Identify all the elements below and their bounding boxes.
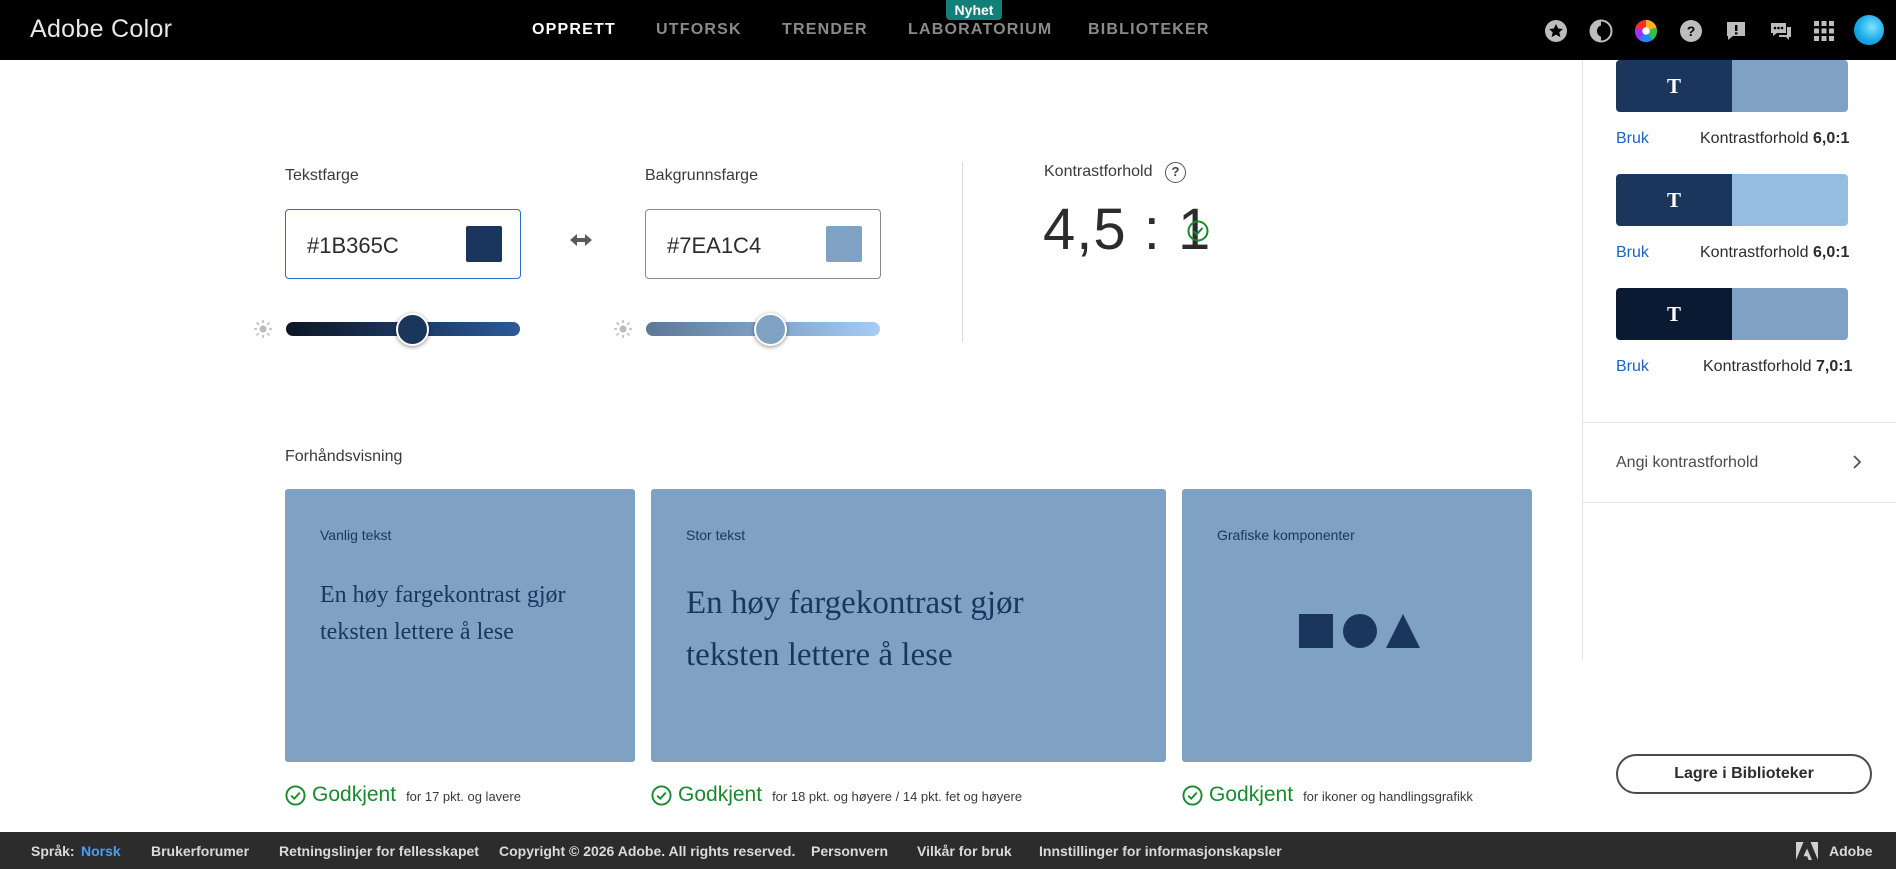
check-circle-icon [285, 784, 306, 806]
language-label: Språk: [31, 843, 75, 859]
pass-normal-text: Godkjent for 17 pkt. og lavere [285, 783, 521, 807]
background-color-swatch[interactable] [826, 226, 862, 262]
check-circle-icon [651, 784, 672, 806]
pass-large-text: Godkjent for 18 pkt. og høyere / 14 pkt.… [651, 783, 1022, 807]
contrast-ratio-label: Kontrastforhold [1044, 163, 1153, 180]
footer: Språk: Norsk Brukerforumer Retningslinje… [0, 832, 1896, 869]
adobe-logo-icon [1796, 842, 1818, 865]
suggestion-1-ratio: Kontrastforhold 6,0:1 [1700, 130, 1850, 147]
preview-card-graphics: Grafiske komponenter [1182, 489, 1532, 762]
triangle-shape [1386, 614, 1420, 648]
pass-status: Godkjent [312, 783, 397, 806]
background-color-hex[interactable]: #7EA1C4 [667, 233, 761, 259]
preview-title: Forhåndsvisning [285, 448, 403, 465]
text-color-hex[interactable]: #1B365C [307, 233, 399, 259]
use-suggestion-1-link[interactable]: Bruk [1616, 130, 1649, 148]
text-color-label: Tekstfarge [285, 167, 359, 184]
card-title: Grafiske komponenter [1217, 527, 1355, 543]
color-wheel-icon[interactable] [1634, 19, 1658, 43]
chat-icon[interactable] [1769, 19, 1793, 43]
sample-glyph: T [1616, 174, 1732, 226]
set-contrast-ratio-link[interactable]: Angi kontrastforhold [1616, 454, 1758, 472]
contrast-ratio-value: 4,5 : 1 [1043, 197, 1212, 262]
avatar[interactable] [1854, 15, 1884, 45]
pass-status: Godkjent [678, 783, 763, 806]
new-badge: Nyhet [946, 0, 1002, 20]
star-icon[interactable] [1544, 19, 1568, 43]
help-icon[interactable]: ? [1679, 19, 1703, 43]
footer-link-forums[interactable]: Brukerforumer [151, 843, 249, 859]
footer-link-cookies[interactable]: Innstillinger for informasjonskapsler [1039, 843, 1282, 859]
check-circle-icon [1182, 784, 1203, 806]
sample-text: En høy fargekontrast gjør teksten letter… [320, 582, 566, 645]
nav-libraries[interactable]: BIBLIOTEKER [1088, 21, 1210, 39]
divider [962, 162, 963, 342]
suggestion-3-ratio: Kontrastforhold 7,0:1 [1703, 358, 1853, 375]
svg-text:?: ? [1687, 23, 1696, 39]
background-color-input[interactable]: #7EA1C4 [645, 209, 881, 279]
text-color-input[interactable]: #1B365C [285, 209, 521, 279]
card-title: Stor tekst [686, 527, 746, 543]
footer-link-terms[interactable]: Vilkår for bruk [917, 843, 1012, 859]
background-color-label: Bakgrunnsfarge [645, 167, 758, 184]
pass-description: for 18 pkt. og høyere / 14 pkt. fet og h… [772, 789, 1023, 804]
nav-trends[interactable]: TRENDER [782, 21, 868, 39]
nav-explore[interactable]: UTFORSK [656, 21, 742, 39]
feedback-icon[interactable] [1724, 19, 1748, 43]
footer-link-privacy[interactable]: Personvern [811, 843, 888, 859]
adobe-wordmark: Adobe [1829, 843, 1873, 859]
save-to-libraries-button[interactable]: Lagre i Biblioteker [1616, 754, 1872, 794]
use-suggestion-3-link[interactable]: Bruk [1616, 358, 1649, 376]
brightness-icon [613, 319, 633, 344]
pass-description: for 17 pkt. og lavere [406, 789, 521, 804]
suggestion-swatch-3[interactable]: T [1616, 288, 1848, 340]
check-circle-icon [1187, 220, 1209, 247]
app-logo[interactable]: Adobe Color [30, 15, 172, 44]
footer-link-guidelines[interactable]: Retningslinjer for fellesskapet [279, 843, 479, 859]
text-brightness-handle[interactable] [395, 313, 429, 346]
brightness-icon [253, 319, 273, 344]
pass-status: Godkjent [1209, 783, 1294, 806]
language-selector[interactable]: Norsk [81, 843, 121, 859]
suggestion-swatch-2[interactable]: T [1616, 174, 1848, 226]
pass-description: for ikoner og handlingsgrafikk [1303, 789, 1473, 804]
card-title: Vanlig tekst [320, 527, 392, 543]
divider [1583, 422, 1896, 423]
suggestion-swatch-1[interactable]: T [1616, 60, 1848, 112]
pass-graphics: Godkjent for ikoner og handlingsgrafikk [1182, 783, 1473, 807]
text-color-swatch[interactable] [466, 226, 502, 262]
preview-card-large-text: Stor tekst En høy fargekontrast gjør tek… [651, 489, 1166, 762]
square-shape [1299, 614, 1333, 648]
nav-create[interactable]: OPPRETT [532, 21, 616, 39]
chevron-right-icon[interactable] [1851, 452, 1863, 477]
top-navigation-bar: Adobe Color OPPRETT UTFORSK TRENDER Nyhe… [0, 0, 1896, 60]
divider [1583, 502, 1896, 503]
preview-card-normal-text: Vanlig tekst En høy fargekontrast gjør t… [285, 489, 635, 762]
sample-text: En høy fargekontrast gjør teksten letter… [686, 585, 1024, 673]
nav-lab[interactable]: LABORATORIUM [908, 21, 1052, 39]
sample-glyph: T [1616, 288, 1732, 340]
graphic-shapes [1299, 613, 1421, 654]
swap-colors-icon[interactable] [569, 228, 593, 257]
suggestion-2-ratio: Kontrastforhold 6,0:1 [1700, 244, 1850, 261]
copyright-text: Copyright © 2026 Adobe. All rights reser… [499, 843, 796, 859]
circle-shape [1343, 614, 1377, 648]
contrast-icon[interactable] [1589, 19, 1613, 43]
apps-grid-icon[interactable] [1812, 19, 1836, 43]
background-brightness-handle[interactable] [753, 313, 787, 346]
help-icon[interactable]: ? [1165, 162, 1186, 183]
sample-glyph: T [1616, 60, 1732, 112]
use-suggestion-2-link[interactable]: Bruk [1616, 244, 1649, 262]
